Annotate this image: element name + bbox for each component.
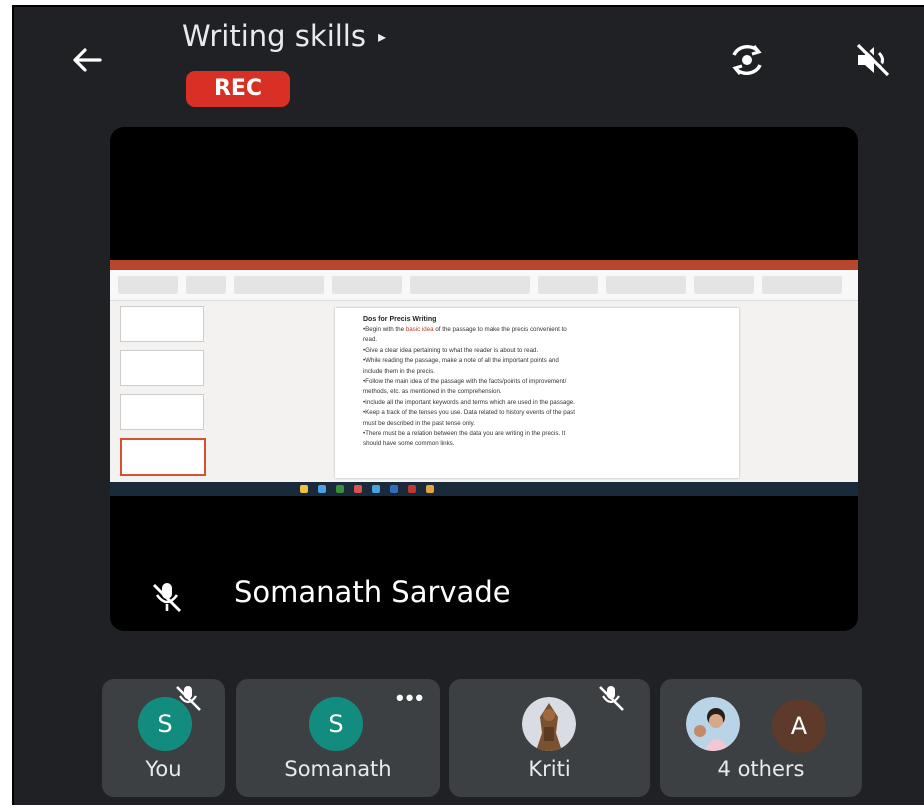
- slide-content: Dos for Precis Writing •Begin with the b…: [335, 308, 739, 478]
- participant-tile-others[interactable]: A 4 others: [660, 679, 862, 797]
- presenter-name: Somanath Sarvade: [234, 575, 511, 609]
- participant-tile-somanath[interactable]: ••• S Somanath: [236, 679, 440, 797]
- participant-name: Kriti: [528, 757, 571, 781]
- slide-line: •Give a clear idea pertaining to what th…: [363, 346, 539, 354]
- avatar: A: [770, 697, 828, 755]
- slide-line: •Include all the important keywords and …: [363, 398, 575, 406]
- avatar-photo: [522, 697, 576, 751]
- participants-strip: S You ••• S Somanath Kriti A 4 others: [102, 679, 862, 799]
- meeting-title[interactable]: Writing skills ▸: [182, 19, 386, 53]
- participant-name: 4 others: [717, 757, 805, 781]
- slide-line: should have some common links.: [363, 440, 455, 448]
- slide-line: •Begin with the basic idea of the passag…: [363, 326, 567, 333]
- slide-thumbnails: [116, 306, 206, 484]
- ppt-title-bar: [110, 260, 858, 270]
- slide-line: must be described in the past tense only…: [363, 419, 476, 427]
- ppt-ribbon: [110, 270, 858, 301]
- chevron-right-icon: ▸: [377, 27, 386, 46]
- slide-line: •There must be a relation between the da…: [363, 430, 566, 438]
- slide-line: include them in the precis.: [363, 367, 435, 375]
- slide-line: •Follow the main idea of the passage wit…: [363, 378, 567, 386]
- recording-badge: REC: [186, 71, 290, 107]
- taskbar: [110, 482, 858, 496]
- slide-line: •Keep a track of the tenses you use. Dat…: [363, 409, 575, 417]
- volume-off-icon[interactable]: [850, 37, 896, 83]
- mic-off-icon: [152, 583, 182, 613]
- mic-off-icon: [599, 686, 624, 711]
- avatar: S: [138, 697, 192, 751]
- slide-line: read.: [363, 336, 378, 344]
- participant-name: You: [145, 757, 182, 781]
- avatar: S: [309, 697, 363, 751]
- arrow-left-icon[interactable]: [64, 37, 110, 83]
- presenter-tile[interactable]: Dos for Precis Writing •Begin with the b…: [110, 127, 858, 631]
- participant-name: Somanath: [284, 757, 392, 781]
- shared-screen: Dos for Precis Writing •Begin with the b…: [110, 260, 858, 496]
- slide-line: methods, etc. as mentioned in the compre…: [363, 388, 502, 396]
- top-bar: Writing skills ▸ REC: [14, 7, 924, 127]
- slide-title: Dos for Precis Writing: [363, 316, 437, 323]
- meeting-title-text: Writing skills: [182, 19, 366, 53]
- avatar-photo: [686, 697, 740, 751]
- meet-screen: Writing skills ▸ REC Dos for Precis Writ…: [12, 5, 924, 805]
- participant-tile-kriti[interactable]: Kriti: [449, 679, 650, 797]
- participant-tile-you[interactable]: S You: [102, 679, 225, 797]
- more-options-icon[interactable]: •••: [396, 685, 425, 711]
- slide-lines: •Begin with the basic idea of the passag…: [363, 325, 731, 450]
- camera-switch-icon[interactable]: [724, 37, 770, 83]
- slide-line: •While reading the passage, make a note …: [363, 357, 559, 365]
